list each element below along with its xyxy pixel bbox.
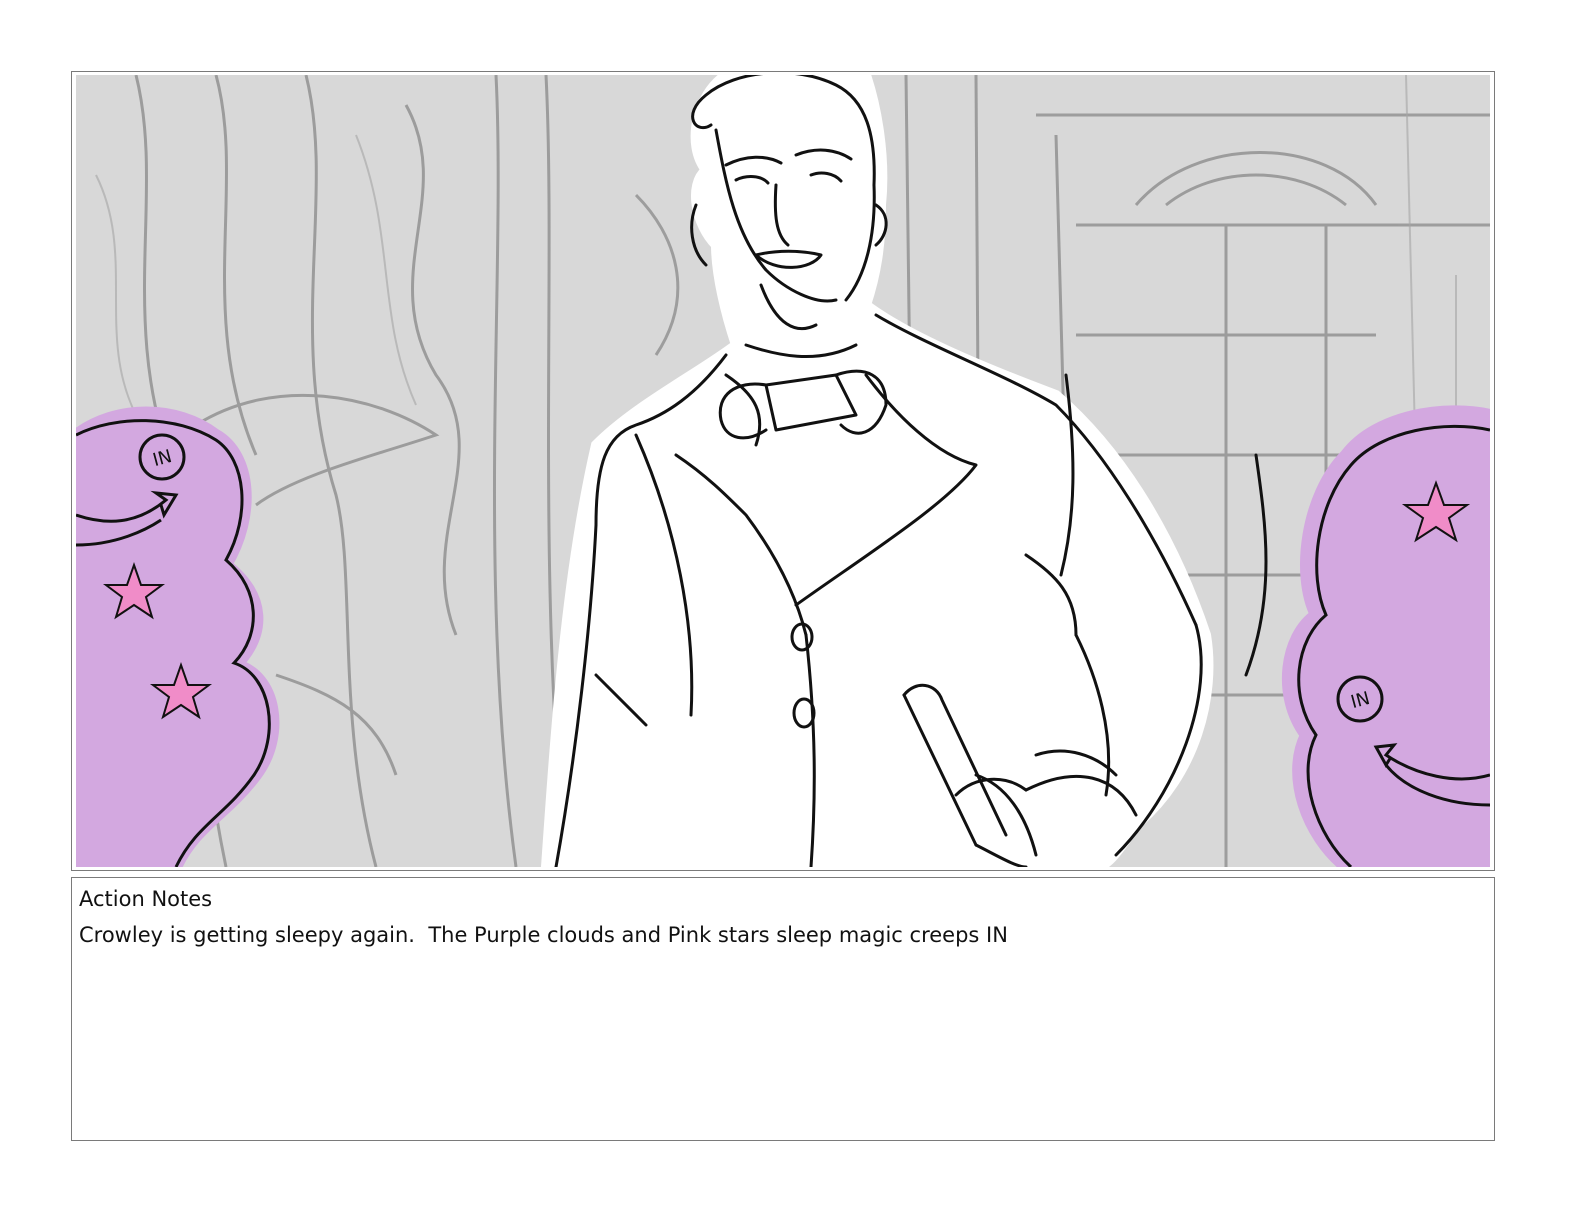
action-notes-box: Action Notes Crowley is getting sleepy a…: [71, 877, 1495, 1141]
panel-artwork: IN IN: [76, 75, 1490, 867]
storyboard-panel: IN IN: [71, 71, 1495, 871]
action-notes-title: Action Notes: [79, 887, 213, 911]
action-notes-text: Crowley is getting sleepy again. The Pur…: [79, 923, 1008, 947]
